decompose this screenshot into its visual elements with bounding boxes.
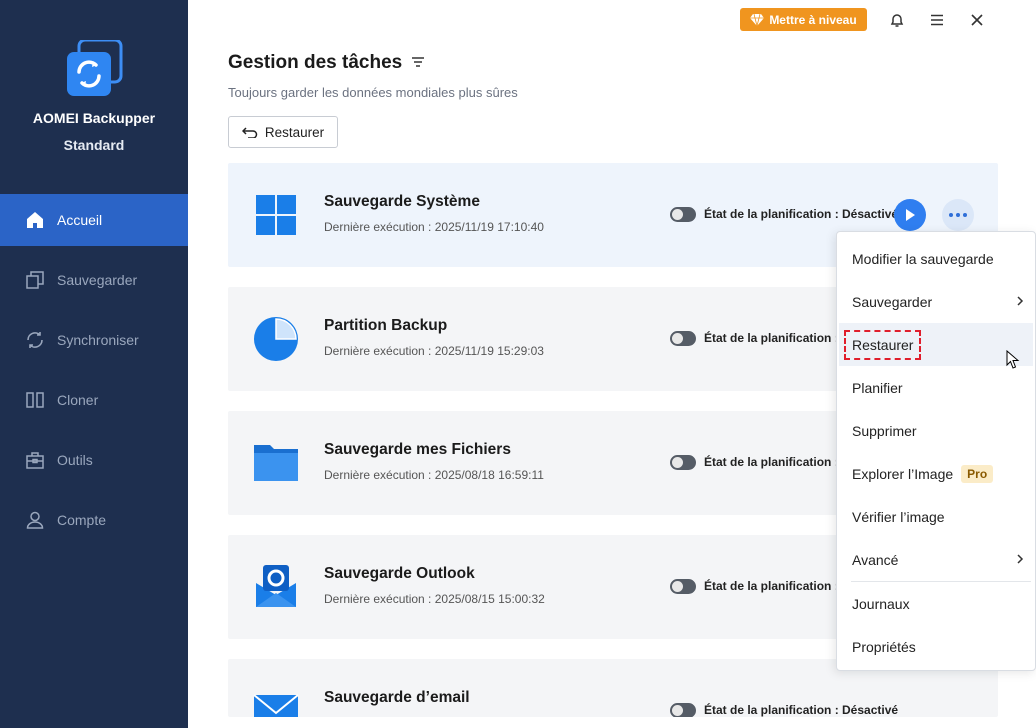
schedule-status: État de la planification : D [704,455,836,469]
menu-item-avance[interactable]: Avancé [837,538,1035,581]
page-title: Gestion des tâches [228,52,403,73]
close-icon[interactable] [967,10,987,30]
upgrade-button[interactable]: Mettre à niveau [740,8,867,31]
sidebar-item-label: Compte [57,512,107,528]
upgrade-label: Mettre à niveau [769,12,857,27]
chevron-right-icon [1017,296,1024,306]
task-name: Sauvegarde Système [324,193,480,210]
schedule-toggle[interactable] [670,703,696,717]
menu-item-explorer-image[interactable]: Explorer l’Image Pro [837,452,1035,495]
schedule-status: État de la planification : Désactivé [704,207,899,221]
schedule-toggle[interactable] [670,331,696,346]
menu-item-supprimer[interactable]: Supprimer [837,409,1035,452]
mail-icon [253,694,299,717]
context-menu: Modifier la sauvegarde Sauvegarder Resta… [836,231,1036,671]
user-icon [24,509,46,531]
menu-item-label: Propriétés [852,638,916,655]
pie-icon [254,317,298,361]
task-name: Sauvegarde Outlook [324,565,475,582]
menu-item-modifier[interactable]: Modifier la sauvegarde [837,237,1035,280]
sidebar: AOMEI Backupper Standard Accueil Sauvega… [0,0,188,728]
task-last-run: Dernière exécution : 2025/11/19 15:29:03 [324,344,544,358]
task-name: Sauvegarde d’email [324,689,470,706]
toolbox-icon [24,449,46,471]
menu-item-label: Supprimer [852,422,917,439]
diamond-icon [750,13,765,26]
menu-item-restaurer[interactable]: Restaurer [839,323,1033,366]
schedule-status: État de la planification : Désactivé [704,703,899,717]
aomei-logo-icon [67,40,123,96]
restore-button[interactable]: Restaurer [228,116,338,148]
sidebar-item-accueil[interactable]: Accueil [0,194,188,246]
mouse-cursor-icon [1006,350,1020,369]
menu-item-verifier-image[interactable]: Vérifier l’image [837,495,1035,538]
clone-icon [24,389,46,411]
menu-item-journaux[interactable]: Journaux [837,582,1035,625]
folder-icon [254,445,298,481]
menu-item-proprietes[interactable]: Propriétés [837,625,1035,668]
menu-item-label: Journaux [852,595,910,612]
sidebar-item-label: Accueil [57,212,103,228]
bell-icon[interactable] [887,10,907,30]
more-options-button[interactable] [942,199,974,231]
sidebar-item-compte[interactable]: Compte [0,494,188,546]
sidebar-item-label: Cloner [57,392,99,408]
outlook-icon [256,565,296,607]
schedule-status: État de la planification : D [704,579,836,593]
task-name: Sauvegarde mes Fichiers [324,441,511,458]
backup-icon [24,269,46,291]
task-name: Partition Backup [324,317,448,334]
sidebar-item-label: Sauvegarder [57,272,138,288]
schedule-toggle[interactable] [670,455,696,470]
task-last-run: Dernière exécution : 2025/08/18 16:59:11 [324,468,544,482]
page-subtitle: Toujours garder les données mondiales pl… [228,85,518,100]
menu-item-planifier[interactable]: Planifier [837,366,1035,409]
menu-item-label: Restaurer [844,329,922,360]
home-icon [24,209,46,231]
windows-icon [256,195,296,235]
schedule-toggle[interactable] [670,207,696,222]
sync-icon [24,329,46,351]
task-last-run: Dernière exécution : 2025/11/19 17:10:40 [324,220,544,234]
menu-item-label: Planifier [852,379,903,396]
app-name: AOMEI Backupper [32,110,156,126]
play-icon [906,209,915,221]
schedule-status: État de la planification : D [704,331,836,345]
app-edition: Standard [63,137,125,153]
sidebar-item-cloner[interactable]: Cloner [0,374,188,426]
sidebar-item-label: Outils [57,452,93,468]
menu-icon[interactable] [927,10,947,30]
schedule-toggle[interactable] [670,579,696,594]
sidebar-item-outils[interactable]: Outils [0,434,188,486]
menu-item-sauvegarder[interactable]: Sauvegarder [837,280,1035,323]
menu-item-label: Sauvegarder [852,293,933,310]
undo-icon [241,127,258,138]
sidebar-item-sauvegarder[interactable]: Sauvegarder [0,254,188,306]
chevron-right-icon [1017,554,1024,564]
menu-item-label: Avancé [852,551,899,568]
menu-item-label: Modifier la sauvegarde [852,250,994,267]
task-last-run: Dernière exécution : 2025/08/15 15:00:32 [324,592,545,606]
menu-item-label: Explorer l’Image [852,465,954,482]
menu-item-label: Vérifier l’image [852,508,945,525]
pro-badge: Pro [961,464,994,483]
sidebar-item-synchroniser[interactable]: Synchroniser [0,314,188,366]
filter-icon[interactable] [411,56,425,70]
sidebar-item-label: Synchroniser [57,332,139,348]
run-button[interactable] [894,199,926,231]
restore-label: Restaurer [264,124,325,140]
